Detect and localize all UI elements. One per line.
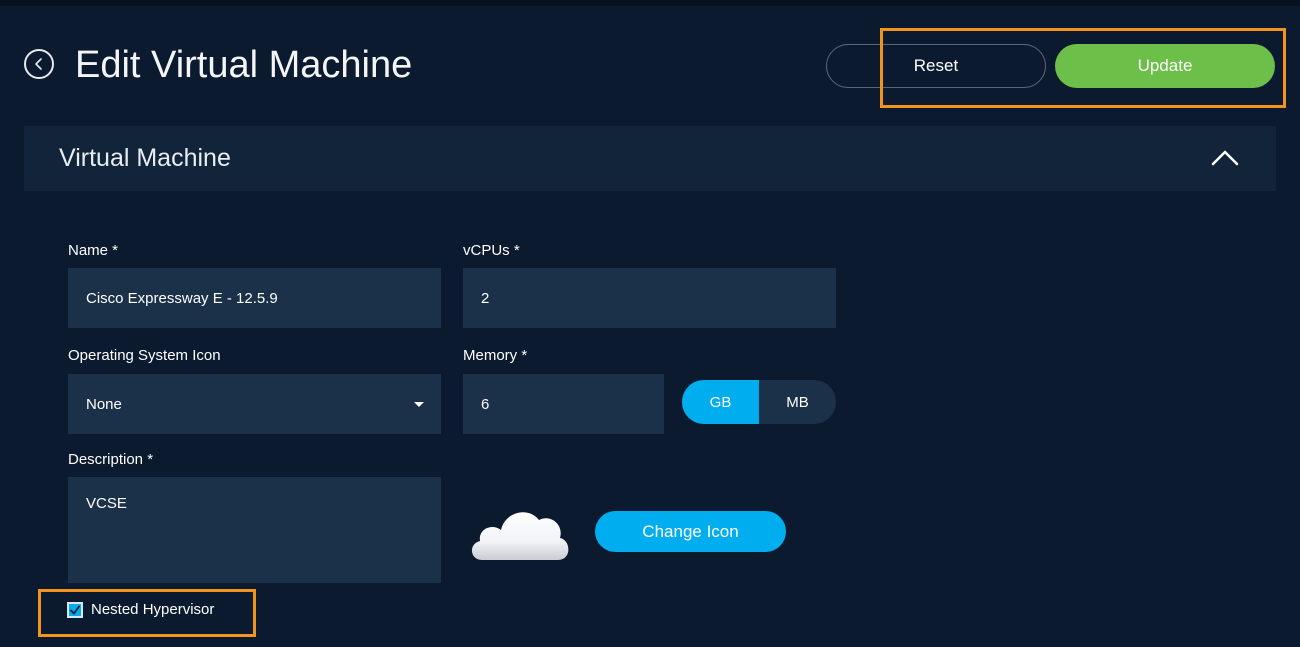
back-button[interactable] [24, 49, 54, 79]
reset-button[interactable]: Reset [826, 44, 1046, 88]
nested-hypervisor-label: Nested Hypervisor [91, 601, 215, 618]
vcpus-value: 2 [481, 289, 490, 307]
section-title: Virtual Machine [59, 144, 231, 172]
vcpus-label: vCPUs * [463, 242, 520, 259]
description-textarea[interactable]: VCSE [68, 477, 441, 583]
page-title: Edit Virtual Machine [75, 44, 413, 86]
name-input[interactable]: Cisco Expressway E - 12.5.9 [68, 268, 441, 328]
unit-gb-option[interactable]: GB [682, 380, 759, 424]
chevron-left-icon [35, 58, 42, 70]
section-header-virtual-machine[interactable]: Virtual Machine [24, 126, 1276, 191]
unit-mb-option[interactable]: MB [759, 380, 836, 424]
vcpus-input[interactable]: 2 [463, 268, 836, 328]
checkmark-icon [70, 605, 80, 614]
caret-down-icon [414, 402, 424, 407]
nested-hypervisor-option[interactable]: Nested Hypervisor [67, 601, 214, 618]
os-icon-value: None [86, 395, 122, 413]
update-button[interactable]: Update [1055, 44, 1275, 88]
description-value: VCSE [86, 495, 127, 512]
memory-value: 6 [481, 395, 490, 413]
chevron-up-icon[interactable] [1210, 146, 1240, 170]
top-strip [0, 0, 1300, 6]
name-label: Name * [68, 242, 119, 259]
name-value: Cisco Expressway E - 12.5.9 [86, 289, 278, 307]
memory-input[interactable]: 6 [463, 374, 664, 434]
description-label: Description * [68, 451, 154, 468]
os-icon-label: Operating System Icon [68, 347, 221, 364]
os-icon-select[interactable]: None [68, 374, 441, 434]
cloud-icon [471, 512, 569, 560]
memory-unit-toggle: GB MB [682, 380, 836, 424]
nested-hypervisor-checkbox[interactable] [67, 601, 83, 618]
change-icon-button[interactable]: Change Icon [595, 511, 786, 552]
memory-label: Memory * [463, 347, 528, 364]
